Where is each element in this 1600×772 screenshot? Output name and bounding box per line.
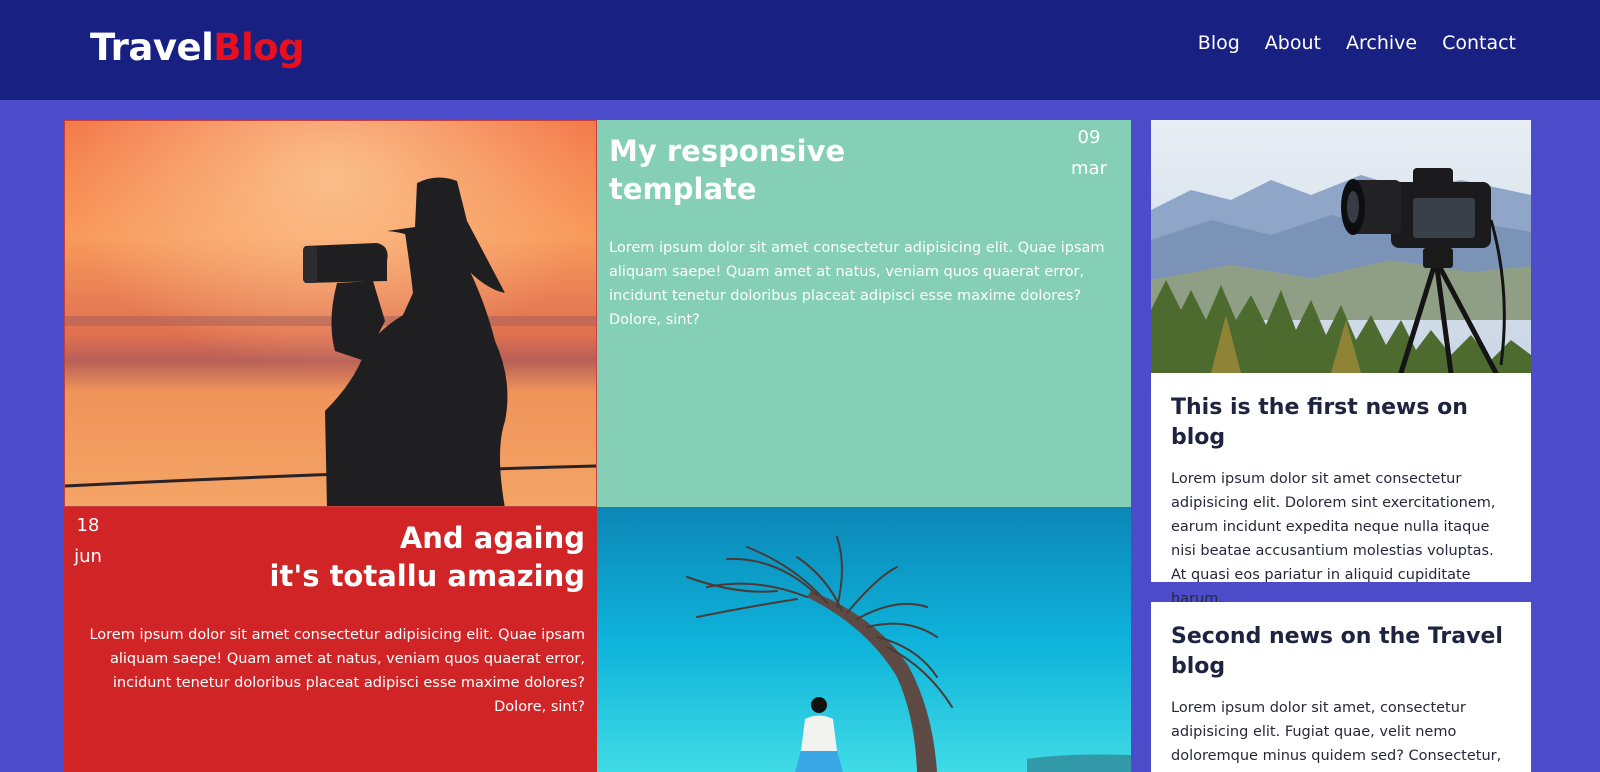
post-title-line: My responsive: [609, 134, 846, 168]
photo-sunset-photographer[interactable]: [64, 120, 597, 507]
photo-tree-blue-sky[interactable]: [597, 507, 1131, 772]
site-logo[interactable]: TravelBlog: [90, 26, 305, 70]
post-date-month: jun: [74, 546, 102, 567]
logo-text-travel: Travel: [90, 26, 214, 69]
post-title-line: it's totallu amazing: [269, 559, 585, 593]
news-card-first[interactable]: This is the first news on blog Lorem ips…: [1151, 120, 1531, 607]
main-nav: Blog About Archive Contact: [1198, 30, 1516, 56]
post-date: 09 mar: [1067, 122, 1111, 184]
post-title[interactable]: And againg it's totallu amazing: [165, 519, 585, 595]
post-date: 18 jun: [66, 510, 110, 572]
tree-blue-sky-image: [597, 507, 1131, 772]
news-card-second[interactable]: Second news on the Travel blog Lorem ips…: [1151, 602, 1531, 772]
news-title[interactable]: Second news on the Travel blog: [1151, 622, 1531, 682]
post-excerpt: Lorem ipsum dolor sit amet consectetur a…: [89, 627, 585, 715]
post-date-day: 18: [76, 515, 100, 536]
post-card-responsive-template[interactable]: My responsive template 09 mar Lorem ipsu…: [597, 120, 1131, 507]
nav-link-archive[interactable]: Archive: [1346, 30, 1417, 56]
post-title[interactable]: My responsive template: [609, 132, 969, 208]
post-date-day: 09: [1077, 127, 1101, 148]
nav-link-blog[interactable]: Blog: [1198, 30, 1240, 56]
camera-tripod-image: [1151, 120, 1531, 373]
news-excerpt: Lorem ipsum dolor sit amet, consectetur …: [1171, 700, 1502, 764]
nav-link-about[interactable]: About: [1265, 30, 1321, 56]
news-title[interactable]: This is the first news on blog: [1151, 393, 1531, 453]
sunset-photographer-image: [65, 121, 596, 506]
post-card-totally-amazing[interactable]: 18 jun And againg it's totallu amazing L…: [64, 507, 597, 772]
post-title-line: And againg: [399, 521, 585, 555]
logo-text-blog: Blog: [213, 26, 305, 69]
post-date-month: mar: [1071, 158, 1107, 179]
news-excerpt: Lorem ipsum dolor sit amet consectetur a…: [1171, 471, 1496, 607]
nav-link-contact[interactable]: Contact: [1442, 30, 1516, 56]
site-header: TravelBlog Blog About Archive Contact: [0, 0, 1600, 100]
post-excerpt: Lorem ipsum dolor sit amet consectetur a…: [609, 240, 1105, 328]
post-title-line: template: [609, 172, 757, 206]
